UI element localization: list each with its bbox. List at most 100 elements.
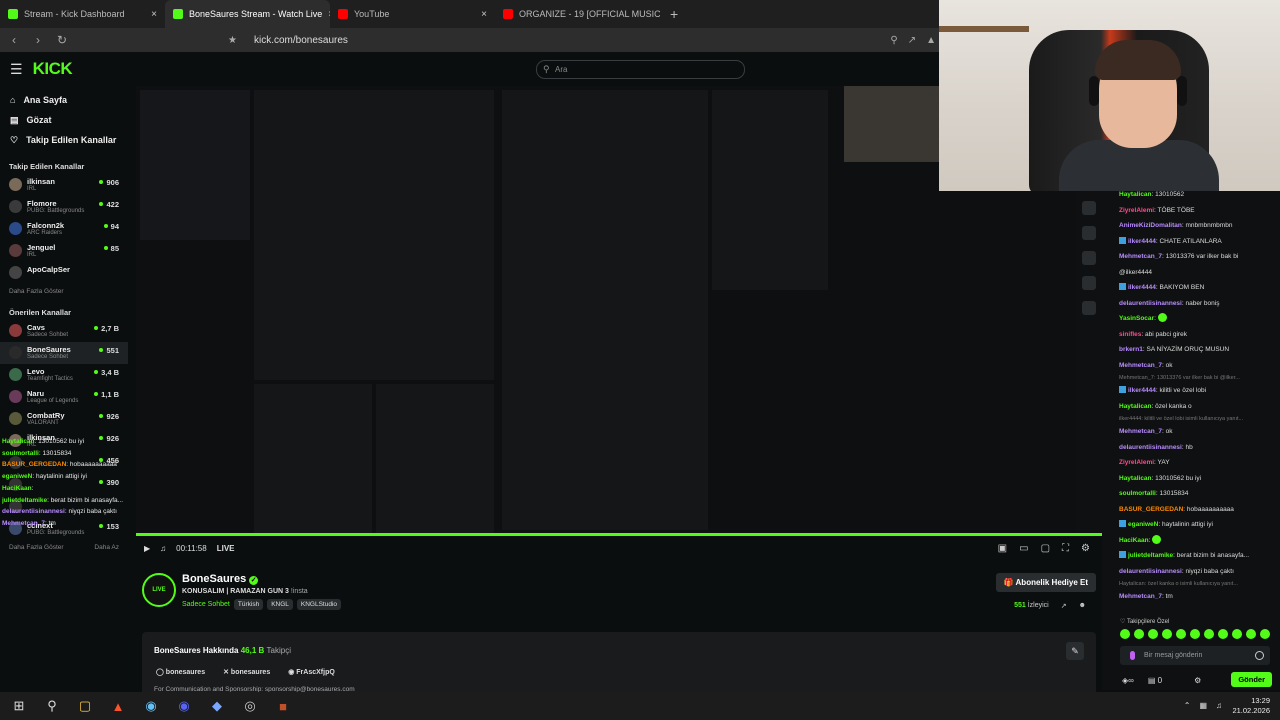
new-tab-icon[interactable]: + bbox=[660, 6, 688, 22]
emote-icon[interactable] bbox=[1162, 629, 1172, 639]
close-icon[interactable]: × bbox=[151, 9, 157, 20]
chat-username[interactable]: ZiyrelAlemi bbox=[1119, 207, 1154, 214]
chat-message[interactable]: delaurentiisinannesi: niyqzi baba çaktı bbox=[1119, 564, 1279, 580]
chat-message[interactable]: Haytalican: 13010562 bbox=[1119, 187, 1279, 203]
brave-shield-icon[interactable]: ▲ bbox=[926, 35, 936, 46]
channel-avatar[interactable]: LIVE bbox=[142, 573, 176, 607]
chat-message[interactable]: ilker4444: BAKIYOM BEN bbox=[1119, 280, 1279, 296]
chat-username[interactable]: Mehmetcan_7 bbox=[1119, 362, 1162, 369]
gift-sub-button[interactable]: 🎁 Abonelik Hediye Et bbox=[995, 573, 1096, 592]
sidebar-channel[interactable]: BoneSaures Sadece Sohbet 551 bbox=[0, 342, 128, 364]
menu-icon[interactable]: ☰ bbox=[10, 61, 23, 78]
chat-message[interactable]: ZiyrelAlemi: YAY bbox=[1119, 455, 1279, 471]
reload-icon[interactable]: ↻ bbox=[52, 33, 72, 47]
edit-icon[interactable]: ✎ bbox=[1066, 642, 1084, 660]
sidebar-channel[interactable]: Levo Teamfight Tactics 3,4 B bbox=[0, 364, 128, 386]
chat-message[interactable]: julietdeltamike: berat bizim bi anasayfa… bbox=[1119, 548, 1279, 564]
clock[interactable]: 13:29 21.02.2026 bbox=[1232, 696, 1270, 716]
chat-username[interactable]: AnimeKiziDomalitan bbox=[1119, 222, 1182, 229]
kick-logo[interactable]: KICK bbox=[33, 59, 73, 79]
brave-icon[interactable]: ▲ bbox=[104, 695, 132, 717]
close-icon[interactable]: × bbox=[481, 9, 487, 20]
chat-message[interactable]: @ilker4444 bbox=[1119, 265, 1279, 281]
back-icon[interactable]: ‹ bbox=[4, 33, 24, 47]
chat-username[interactable]: Haytalican bbox=[1119, 475, 1152, 482]
followed-show-more[interactable]: Daha Fazla Göster bbox=[0, 288, 128, 300]
discord-icon[interactable]: ◉ bbox=[170, 695, 198, 717]
chat-message[interactable]: BASUR_GERGEDAN: hobaaaaaaaaaa bbox=[1119, 502, 1279, 518]
emote-icon[interactable] bbox=[1190, 629, 1200, 639]
settings-icon[interactable]: ⚙ bbox=[1081, 543, 1090, 554]
chat-message[interactable]: Haytalican: özel kanka o bbox=[1119, 399, 1279, 415]
emote-icon[interactable] bbox=[1232, 629, 1242, 639]
chat-username[interactable]: delaurentiisinannesi bbox=[1119, 444, 1182, 451]
chat-username[interactable]: YasinSocar bbox=[1119, 315, 1154, 322]
chat-message[interactable]: Mehmetcan_7: 13013376 var ilker bak bi bbox=[1119, 249, 1279, 265]
chat-message[interactable]: Haytalican: 13010562 bu iyi bbox=[1119, 471, 1279, 487]
emote-icon[interactable] bbox=[1148, 629, 1158, 639]
emote-icon[interactable] bbox=[1246, 629, 1256, 639]
tray-chevron-icon[interactable]: ⌃ bbox=[1184, 701, 1191, 710]
nav-following[interactable]: ♡ Takip Edilen Kanallar bbox=[0, 130, 128, 150]
tool-icon[interactable] bbox=[1082, 251, 1096, 265]
chat-username[interactable]: Haytalican bbox=[1119, 191, 1152, 198]
chat-message[interactable]: HaciKaan: bbox=[1119, 533, 1279, 549]
chat-message[interactable]: delaurentiisinannesi: hb bbox=[1119, 440, 1279, 456]
channel-name[interactable]: BoneSaures bbox=[182, 573, 246, 585]
instagram-link[interactable]: ◯ bonesaures bbox=[156, 668, 205, 676]
play-icon[interactable]: ▶ bbox=[144, 544, 150, 553]
chat-username[interactable]: ilker4444 bbox=[1128, 238, 1156, 245]
game-icon[interactable]: ■ bbox=[269, 695, 297, 717]
pip-icon[interactable]: ▣ bbox=[998, 543, 1007, 554]
user-icon[interactable]: ☻ bbox=[1079, 602, 1086, 610]
search-icon[interactable]: ⚲ bbox=[38, 695, 66, 717]
emote-icon[interactable] bbox=[1176, 629, 1186, 639]
nav-home[interactable]: ⌂ Ana Sayfa bbox=[0, 90, 128, 110]
nav-browse[interactable]: ▤ Gözat bbox=[0, 110, 128, 130]
zoom-icon[interactable]: ⚲ bbox=[890, 35, 897, 46]
steam-icon[interactable]: ◉ bbox=[137, 695, 165, 717]
bookmark-icon[interactable]: ★ bbox=[228, 35, 237, 46]
share-icon[interactable]: ↗ bbox=[1061, 602, 1067, 610]
chat-username[interactable]: eganiweN bbox=[1128, 521, 1158, 528]
rec-show-less[interactable]: Daha Az bbox=[94, 544, 119, 556]
emote-icon[interactable] bbox=[1120, 629, 1130, 639]
emote-icon[interactable] bbox=[1218, 629, 1228, 639]
volume-icon[interactable]: ♫ bbox=[1216, 701, 1222, 710]
emoji-icon[interactable] bbox=[1255, 651, 1264, 660]
chat-settings-icon[interactable]: ⚙ bbox=[1194, 676, 1201, 685]
chat-username[interactable]: Haytalican bbox=[1119, 403, 1152, 410]
chat-username[interactable]: Mehmetcan_7 bbox=[1119, 253, 1162, 260]
chat-username[interactable]: ilker4444 bbox=[1128, 284, 1156, 291]
chat-message[interactable]: ZiyrelAlemi: TÖBE TÖBE bbox=[1119, 203, 1279, 219]
tool-icon[interactable] bbox=[1082, 201, 1096, 215]
volume-icon[interactable]: ♫ bbox=[160, 544, 166, 553]
tag[interactable]: Türkish bbox=[233, 599, 264, 610]
chat-reply-preview[interactable]: Mehmetcan_7: 13013376 var ilker bak bi @… bbox=[1119, 373, 1279, 383]
windows-start-icon[interactable]: ⊞ bbox=[5, 695, 33, 717]
browser-tab[interactable]: Stream - Kick Dashboard × bbox=[0, 0, 165, 28]
chat-reply-preview[interactable]: Haytalican: özel kanka o isimli kullanıc… bbox=[1119, 579, 1279, 589]
chat-message[interactable]: Mehmetcan_7: ok bbox=[1119, 358, 1279, 374]
chat-message[interactable]: brkern1: SA NİYAZİM ORUÇ MUSUN bbox=[1119, 342, 1279, 358]
chat-username[interactable]: BASUR_GERGEDAN bbox=[1119, 506, 1183, 513]
tool-icon[interactable] bbox=[1082, 276, 1096, 290]
emote-icon[interactable] bbox=[1260, 629, 1270, 639]
chat-username[interactable]: soulmortalli bbox=[1119, 490, 1156, 497]
category-link[interactable]: Sadece Sohbet bbox=[182, 601, 230, 608]
chat-username[interactable]: delaurentiisinannesi bbox=[1119, 300, 1182, 307]
chat-username[interactable]: delaurentiisinannesi bbox=[1119, 568, 1182, 575]
chat-username[interactable]: brkern1 bbox=[1119, 346, 1143, 353]
chat-username[interactable]: ilker4444 bbox=[1128, 387, 1156, 394]
browser-tab[interactable]: YouTube × bbox=[330, 0, 495, 28]
sidebar-channel[interactable]: CombatRy VALORANT 926 bbox=[0, 408, 128, 430]
chat-input[interactable]: Bir mesaj gönderin bbox=[1120, 646, 1270, 665]
mic-icon[interactable] bbox=[1130, 651, 1135, 660]
send-button[interactable]: Gönder bbox=[1231, 672, 1272, 687]
chat-message[interactable]: AnimeKiziDomalitan: mnbmbnmbmbn bbox=[1119, 218, 1279, 234]
clip-icon[interactable]: ▢ bbox=[1041, 543, 1050, 554]
discord-link[interactable]: ◉ FrAscXfjpQ bbox=[288, 668, 335, 676]
sidebar-channel[interactable]: Flomore PUBG: Battlegrounds 422 bbox=[0, 196, 128, 218]
fullscreen-icon[interactable]: ⛶ bbox=[1062, 543, 1069, 554]
chat-message[interactable]: Mehmetcan_7: tm bbox=[1119, 589, 1279, 605]
